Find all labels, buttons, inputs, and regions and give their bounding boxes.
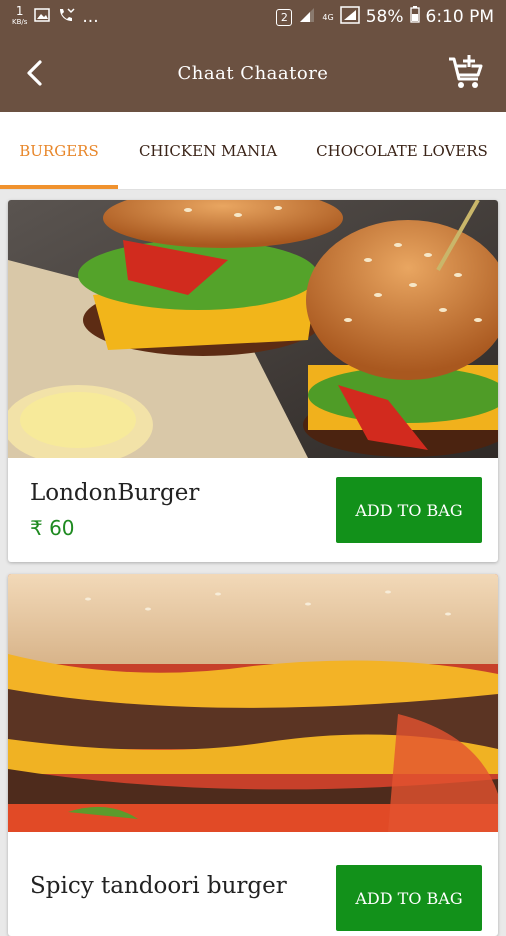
clock: 6:10 PM [425,7,495,27]
app-title: Chaat Chaatore [177,62,329,84]
product-card: Spicy tandoori burger ADD TO BAG [8,574,498,936]
image-notification-icon [34,7,51,27]
network-speed-value: 1 [15,4,24,18]
product-details: Spicy tandoori burger [30,859,287,909]
product-info: Spicy tandoori burger ADD TO BAG [8,832,498,936]
network-type: 4G [322,12,334,22]
cart-button[interactable] [444,51,488,95]
network-speed-unit: KB/s [12,18,28,26]
battery-percent: 58% [365,7,404,27]
tab-label: CHOCOLATE LOVERS [316,141,488,160]
tab-chocolate-lovers[interactable]: CHOCOLATE LOVERS [298,112,506,189]
sim-badge: 2 [276,8,293,26]
app-header: Chaat Chaatore [0,34,506,112]
product-name: LondonBurger [30,480,200,506]
tab-chicken-mania[interactable]: CHICKEN MANIA [118,112,298,189]
back-arrow-icon [27,60,42,86]
add-to-cart-icon [449,55,483,88]
add-to-bag-button[interactable]: ADD TO BAG [336,477,482,543]
back-button[interactable] [18,56,52,90]
missed-call-icon [57,7,75,28]
product-name: Spicy tandoori burger [30,873,287,899]
category-tabs: BURGERS CHICKEN MANIA CHOCOLATE LOVERS [0,112,506,190]
product-image [8,200,498,458]
tab-label: CHICKEN MANIA [138,141,278,160]
product-image [8,574,498,832]
add-to-bag-button[interactable]: ADD TO BAG [336,865,482,931]
product-card: LondonBurger ₹ 60 ADD TO BAG [8,200,498,562]
signal-icon-2 [339,5,360,29]
more-notifications-icon: ... [82,7,99,27]
status-right: 2 4G 58% 6:10 PM [276,5,495,29]
tab-label: BURGERS [19,141,99,160]
product-price: ₹ 60 [30,516,75,540]
battery-icon [409,6,420,28]
product-details: LondonBurger ₹ 60 [30,480,199,540]
tab-burgers[interactable]: BURGERS [0,112,118,189]
network-speed-icon: 1 KB/s [12,4,28,28]
product-info: LondonBurger ₹ 60 ADD TO BAG [8,458,498,562]
status-left: 1 KB/s ... [12,4,99,28]
status-bar: 1 KB/s ... 2 4G 58% 6:10 PM [0,0,506,34]
product-list: LondonBurger ₹ 60 ADD TO BAG Spicy tando… [0,190,506,936]
signal-icon [298,7,316,28]
